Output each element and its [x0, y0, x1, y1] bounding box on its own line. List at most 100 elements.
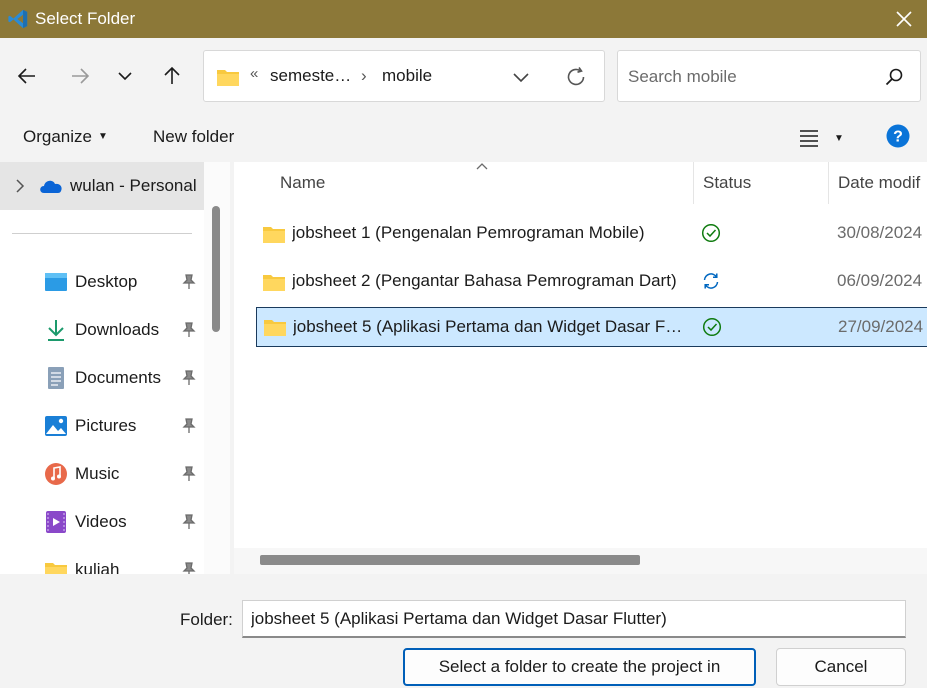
arrow-right-icon [72, 68, 90, 84]
file-row[interactable]: jobsheet 1 (Pengenalan Pemrograman Mobil… [256, 214, 927, 254]
new-folder-button[interactable]: New folder [153, 127, 234, 147]
quick-access-videos[interactable]: Videos [44, 502, 204, 542]
caret-down-icon: ▼ [834, 132, 844, 144]
caret-down-icon: ▼ [97, 131, 108, 142]
synced-check-icon [702, 317, 722, 337]
breadcrumb-separator: › [361, 66, 367, 85]
quick-access-documents[interactable]: Documents [44, 358, 204, 398]
pin-icon [182, 370, 196, 391]
quick-access-label: Documents [75, 368, 161, 387]
search-input[interactable] [628, 64, 868, 90]
refresh-icon [567, 67, 585, 86]
onedrive-label: wulan - Personal [70, 176, 197, 195]
syncing-icon [703, 273, 719, 289]
quick-access-label: Desktop [75, 272, 138, 291]
pin-icon [182, 514, 196, 535]
scrollbar-thumb[interactable] [212, 206, 220, 332]
quick-access-label: kuliah [75, 560, 120, 574]
chevron-down-icon [513, 73, 529, 83]
help-icon: ? [886, 124, 910, 148]
download-icon [44, 318, 68, 342]
folder-name-input[interactable] [242, 600, 906, 638]
pin-icon [182, 274, 196, 295]
quick-access-label: Downloads [75, 320, 160, 339]
file-name: jobsheet 2 (Pengantar Bahasa Pemrograman… [292, 271, 677, 290]
scrollbar-thumb[interactable] [260, 555, 640, 565]
folder-icon [44, 558, 68, 574]
synced-check-icon [701, 223, 721, 243]
pin-icon [182, 562, 196, 574]
up-button[interactable] [157, 61, 187, 91]
window-title: Select Folder [35, 9, 136, 28]
column-divider[interactable] [693, 162, 694, 204]
cancel-button[interactable]: Cancel [776, 648, 906, 686]
folder-icon [263, 227, 285, 243]
quick-access-label: Music [75, 464, 120, 483]
folder-icon [263, 275, 285, 291]
chevron-right-icon [16, 179, 25, 193]
quick-access-downloads[interactable]: Downloads [44, 310, 204, 350]
quick-access-kuliah[interactable]: kuliah [44, 550, 204, 574]
refresh-button[interactable] [562, 63, 590, 91]
column-header-name[interactable]: Name [280, 162, 325, 204]
search-icon [885, 68, 903, 86]
quick-access-pictures[interactable]: Pictures [44, 406, 204, 446]
divider [12, 233, 192, 234]
pictures-icon [44, 414, 68, 438]
folder-icon [217, 70, 239, 86]
select-folder-button[interactable]: Select a folder to create the project in [403, 648, 756, 686]
navigation-scrollbar[interactable] [204, 162, 230, 574]
arrow-up-icon [164, 66, 180, 84]
view-options-button[interactable]: ▼ [798, 126, 848, 150]
recent-locations-button[interactable] [110, 61, 140, 91]
column-header-status[interactable]: Status [703, 162, 751, 204]
search-box[interactable] [617, 50, 921, 102]
pin-icon [182, 418, 196, 439]
search-button[interactable] [882, 65, 906, 89]
breadcrumb-semester[interactable]: semeste… [270, 66, 351, 86]
vscode-icon [8, 9, 28, 29]
column-header-date-modified[interactable]: Date modif [838, 162, 920, 204]
pin-icon [182, 466, 196, 487]
file-row-selected[interactable]: jobsheet 5 (Aplikasi Pertama dan Widget … [256, 307, 927, 347]
pin-icon [182, 322, 196, 343]
command-bar: Organize ▼ New folder ▼ ? [0, 114, 927, 162]
file-date: 27/09/2024 [838, 317, 924, 336]
horizontal-scrollbar[interactable] [234, 548, 927, 574]
forward-button[interactable] [65, 61, 95, 91]
title-bar: Select Folder [0, 0, 927, 38]
file-list: Name Status Date modif jobsheet 1 (Penge… [234, 162, 927, 574]
file-row[interactable]: jobsheet 2 (Pengantar Bahasa Pemrograman… [256, 262, 927, 302]
close-button[interactable] [889, 5, 919, 33]
videos-icon [44, 510, 68, 534]
breadcrumb-overflow[interactable]: « [250, 65, 258, 82]
expand-button[interactable] [14, 179, 26, 193]
organize-button[interactable]: Organize ▼ [23, 127, 108, 147]
address-bar[interactable]: « semeste… › mobile [203, 50, 605, 102]
sort-ascending-icon [476, 163, 488, 170]
sync-status [702, 317, 722, 342]
navigation-pane: wulan - Personal Desktop Downloads Docum… [0, 162, 230, 574]
sync-status [701, 223, 721, 248]
quick-access-desktop[interactable]: Desktop [44, 262, 204, 302]
folder-icon [264, 320, 286, 336]
help-button[interactable]: ? [886, 124, 910, 153]
file-date: 06/09/2024 [837, 271, 923, 290]
view-list-icon [800, 130, 818, 147]
onedrive-item[interactable]: wulan - Personal [0, 162, 204, 210]
back-button[interactable] [12, 61, 42, 91]
address-dropdown-button[interactable] [507, 63, 535, 91]
file-name: jobsheet 1 (Pengenalan Pemrograman Mobil… [292, 223, 645, 242]
file-name: jobsheet 5 (Aplikasi Pertama dan Widget … [293, 317, 683, 336]
svg-text:?: ? [893, 129, 903, 146]
organize-label: Organize [23, 127, 92, 146]
quick-access-music[interactable]: Music [44, 454, 204, 494]
arrow-left-icon [17, 68, 35, 84]
file-date: 30/08/2024 [837, 223, 923, 242]
breadcrumb-mobile[interactable]: mobile [382, 66, 432, 86]
column-divider[interactable] [828, 162, 829, 204]
navigation-bar: « semeste… › mobile [0, 38, 927, 114]
folder-label: Folder: [180, 610, 233, 629]
chevron-down-icon [118, 72, 132, 81]
music-icon [44, 462, 68, 486]
